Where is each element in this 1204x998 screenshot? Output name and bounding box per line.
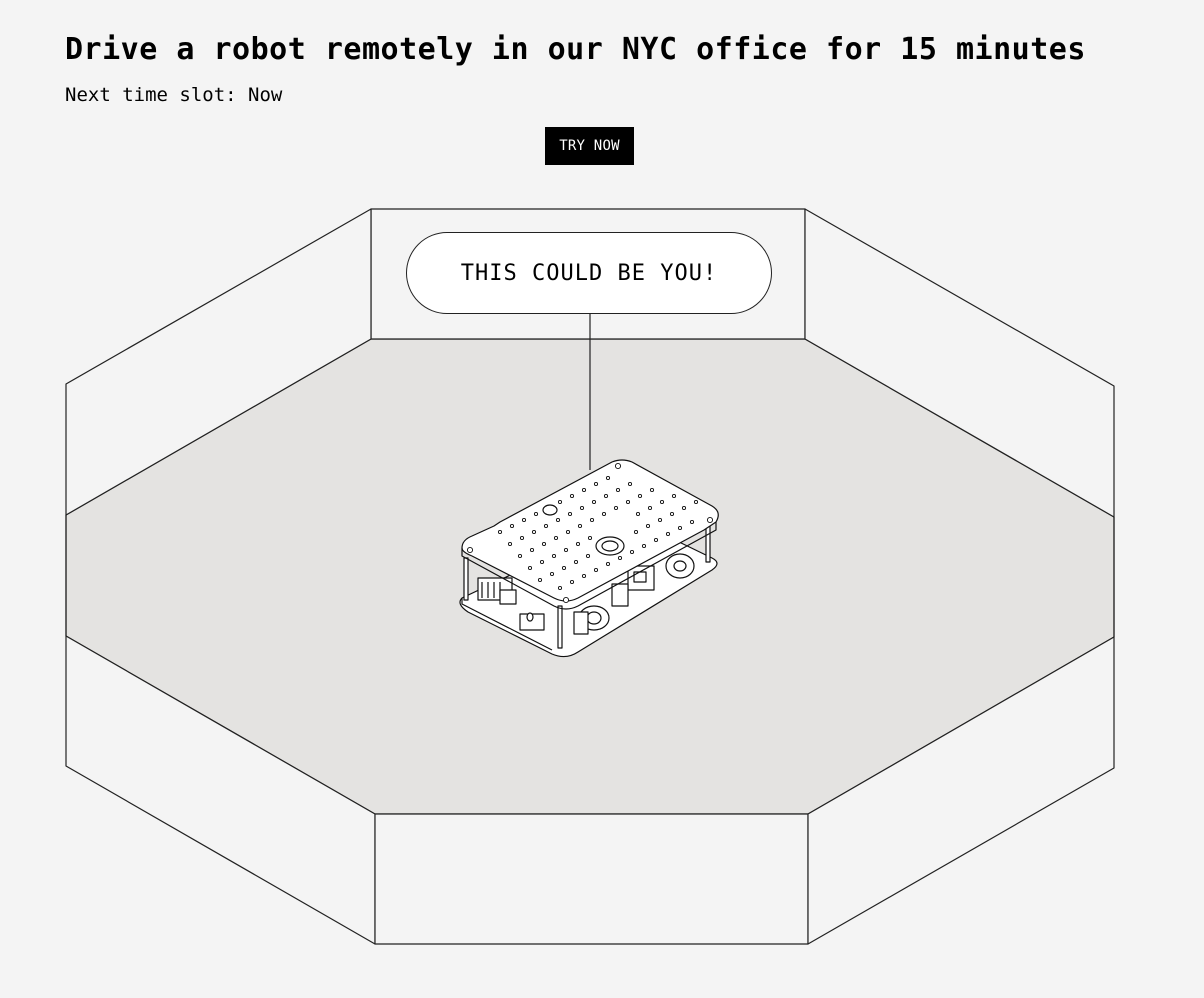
next-slot-label: Next time slot: <box>65 84 237 106</box>
next-slot-text: Next time slot: Now <box>65 82 282 108</box>
page-title: Drive a robot remotely in our NYC office… <box>65 32 1086 67</box>
speech-bubble-text: THIS COULD BE YOU! <box>460 260 718 286</box>
speech-bubble: THIS COULD BE YOU! <box>406 232 772 314</box>
arena-front-wall <box>374 813 809 945</box>
try-now-button[interactable]: TRY NOW <box>545 127 634 165</box>
next-slot-value: Now <box>248 84 283 106</box>
